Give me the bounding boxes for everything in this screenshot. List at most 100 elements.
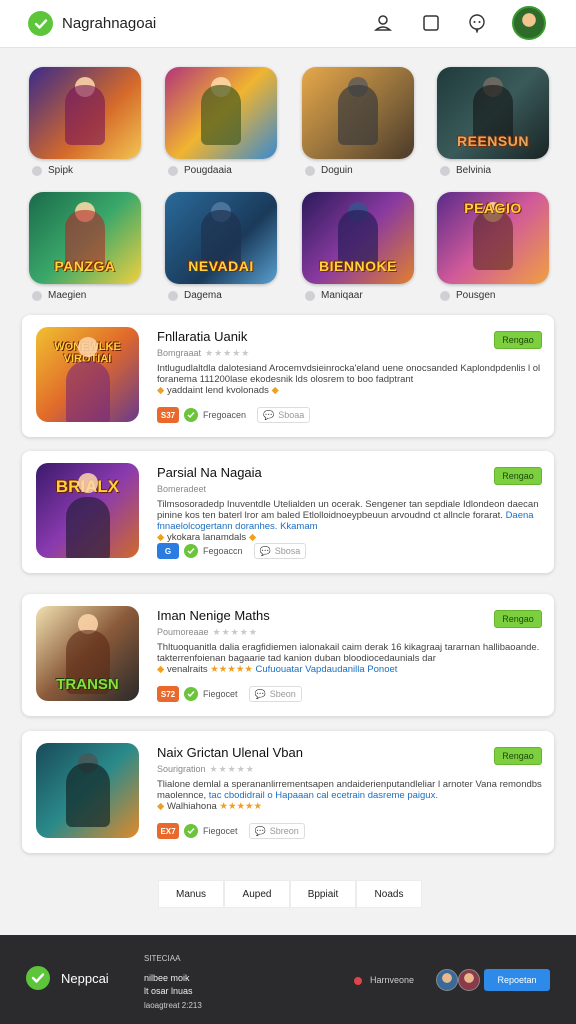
tab-noads[interactable]: Noads: [356, 880, 422, 908]
description-extra: yaddaint lend kvolonads: [166, 385, 269, 396]
get-button[interactable]: Rengao: [494, 747, 542, 765]
description-highlight[interactable]: tac cbodidrail o Hapaaan cal ecetrain da…: [209, 790, 438, 801]
game-thumbnail[interactable]: [302, 67, 414, 159]
bottom-tabs: Manus Auped Bppiait Noads: [158, 880, 422, 908]
description-extra: Walhiahona: [166, 801, 217, 812]
footer-action-button[interactable]: Repoetan: [484, 969, 550, 991]
game-banner-text: NEVADAI: [188, 258, 254, 274]
user-icon[interactable]: [372, 12, 394, 34]
card-subtitle: Bomeradeet: [157, 484, 207, 494]
game-thumbnail[interactable]: PANZGA: [29, 192, 141, 284]
heart-icon[interactable]: [32, 290, 42, 301]
tile-label: Maegien: [48, 290, 87, 301]
share-pill[interactable]: 💬 Sboaa: [257, 407, 311, 423]
share-pill[interactable]: 💬 Sbeon: [248, 686, 302, 702]
verified-check-icon: [184, 544, 198, 558]
heart-icon[interactable]: [168, 165, 178, 176]
game-tile[interactable]: Pougdaaia: [165, 67, 277, 176]
card-thumbnail[interactable]: WONEWLKE VIROTIAI: [36, 327, 139, 422]
game-tile[interactable]: NEVADAI Dagema: [165, 192, 277, 301]
share-pill[interactable]: 💬 Sbreon: [248, 823, 305, 839]
logo-check-icon[interactable]: [28, 11, 53, 36]
footer-logo-check-icon[interactable]: [26, 966, 50, 990]
heart-icon[interactable]: [168, 290, 178, 301]
tab-bppiait[interactable]: Bppiait: [290, 880, 356, 908]
footer-link[interactable]: lt osar lnuas: [144, 986, 193, 996]
share-pill[interactable]: 💬 Sbosa: [253, 543, 307, 559]
card-description: Tlialone demlal a sperananlirrementsapen…: [157, 779, 542, 812]
card-subtitle: Sourigration: [157, 764, 206, 774]
card-subtitle: Bomgraaat: [157, 348, 202, 358]
card-title: Iman Nenige Maths: [157, 608, 270, 623]
tile-label: Doguin: [321, 165, 353, 176]
description-text: Thltuoquanitla dalia eragfidiemen ialona…: [157, 642, 540, 664]
game-card[interactable]: WONEWLKE VIROTIAI Fnllaratia Uanik Bomgr…: [22, 315, 554, 437]
chat-bubble-icon[interactable]: [466, 12, 488, 34]
profile-avatar[interactable]: [512, 6, 546, 40]
game-card[interactable]: TRANSN Iman Nenige Maths Poumoreaae ★★★★★…: [22, 594, 554, 716]
card-thumbnail[interactable]: [36, 743, 139, 838]
footer-caption: SITECIAA: [144, 954, 181, 963]
card-thumbnail[interactable]: BRIALX: [36, 463, 139, 558]
heart-icon[interactable]: [440, 290, 450, 301]
app-title: Nagrahnagoai: [62, 15, 157, 32]
badge-label: Fiegocet: [203, 689, 238, 699]
tile-label: Pousgen: [456, 290, 496, 301]
game-thumbnail[interactable]: [165, 67, 277, 159]
avatar[interactable]: [458, 969, 480, 991]
game-tile[interactable]: REENSUN Belvinia: [437, 67, 549, 176]
game-thumbnail[interactable]: REENSUN: [437, 67, 549, 159]
game-card[interactable]: Naix Grictan Ulenal Vban Sourigration ★★★…: [22, 731, 554, 853]
game-thumbnail[interactable]: PEAGIO: [437, 192, 549, 284]
game-tile[interactable]: PANZGA Maegien: [29, 192, 141, 301]
tile-label: Spipk: [48, 165, 74, 176]
card-title: Fnllaratia Uanik: [157, 329, 248, 344]
footer-link[interactable]: nilbee moik: [144, 973, 190, 983]
get-button[interactable]: Rengao: [494, 610, 542, 628]
rating-stars: ★★★★★: [205, 348, 251, 358]
pill-label: Sbreon: [269, 826, 299, 836]
heart-icon[interactable]: [305, 290, 315, 301]
tile-label: Pougdaaia: [184, 165, 232, 176]
description-extra: venalraits: [166, 664, 208, 675]
game-tile[interactable]: BIENNOKE Maniqaar: [302, 192, 414, 301]
rating-stars: ★★★★★: [209, 764, 255, 774]
card-title: Naix Grictan Ulenal Vban: [157, 745, 303, 760]
card-banner-text: TRANSN: [56, 676, 119, 693]
game-tile[interactable]: Doguin: [302, 67, 414, 176]
description-highlight[interactable]: Cufuouatar Vapdaudanilla Ponoet: [256, 664, 398, 675]
game-thumbnail[interactable]: [29, 67, 141, 159]
badge-label: Fregoacen: [203, 410, 247, 420]
tab-auped[interactable]: Auped: [224, 880, 290, 908]
tab-manus[interactable]: Manus: [158, 880, 224, 908]
footer-caption: laoagtreat 2:213: [144, 1001, 202, 1010]
record-label: Harnveone: [370, 975, 415, 985]
heart-icon[interactable]: [32, 165, 42, 176]
game-thumbnail[interactable]: BIENNOKE: [302, 192, 414, 284]
card-thumbnail[interactable]: TRANSN: [36, 606, 139, 701]
description-extra: ykokara lanamdals: [166, 532, 247, 543]
rating-stars: ★★★★★: [212, 627, 258, 637]
age-badge: G: [157, 543, 179, 559]
badge-label: Fegoaccn: [203, 546, 243, 556]
card-description: Intlugudlaltdla dalotesiand Arocemvdsiei…: [157, 363, 541, 396]
comment-icon: 💬: [263, 409, 275, 420]
game-banner-text: REENSUN: [457, 133, 529, 149]
get-button[interactable]: Rengao: [494, 331, 542, 349]
footer: Neppcai SITECIAA nilbee moik lt osar lnu…: [0, 935, 576, 1024]
game-tile[interactable]: Spipk: [29, 67, 141, 176]
get-button[interactable]: Rengao: [494, 467, 542, 485]
game-banner-text: BIENNOKE: [319, 258, 397, 274]
card-description: Thltuoquanitla dalia eragfidiemen ialona…: [157, 642, 540, 675]
heart-icon[interactable]: [440, 165, 450, 176]
avatar[interactable]: [436, 969, 458, 991]
game-tile[interactable]: PEAGIO Pousgen: [437, 192, 549, 301]
game-card[interactable]: BRIALX Parsial Na Nagaia Bomeradeet Tilm…: [22, 451, 554, 573]
game-thumbnail[interactable]: NEVADAI: [165, 192, 277, 284]
heart-icon[interactable]: [305, 165, 315, 176]
card-subtitle: Poumoreaae: [157, 627, 209, 637]
pill-label: Sbosa: [274, 546, 301, 556]
square-icon[interactable]: [420, 12, 442, 34]
verified-check-icon: [184, 687, 198, 701]
pill-label: Sboaa: [278, 410, 305, 420]
